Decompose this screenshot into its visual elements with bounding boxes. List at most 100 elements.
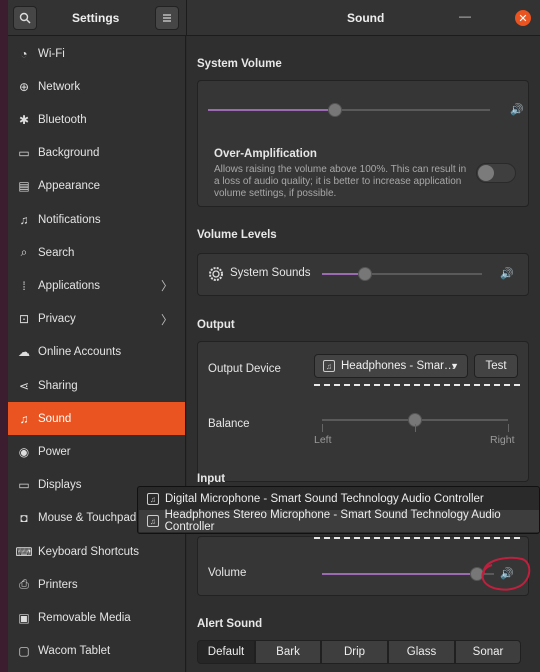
sidebar-item-label: Removable Media xyxy=(38,611,131,624)
sidebar-item-bluetooth[interactable]: ✱ Bluetooth xyxy=(8,103,185,136)
input-volume-slider[interactable] xyxy=(322,567,494,581)
sidebar-item-label: Notifications xyxy=(38,213,101,226)
music-note-icon: ♫ xyxy=(19,411,29,426)
sidebar-item-notifications[interactable]: ♫ Notifications xyxy=(8,203,185,236)
output-card: Output Device ♫ Headphones - Smar… ▼ Tes… xyxy=(197,341,529,482)
over-amplification-description: Allows raising the volume above 100%. Th… xyxy=(214,164,467,199)
sidebar-title: Settings xyxy=(72,11,120,25)
over-amplification-title: Over-Amplification xyxy=(214,148,317,160)
background-icon: ▭ xyxy=(18,146,30,161)
minimize-button[interactable]: — xyxy=(459,9,471,23)
bell-icon: ♫ xyxy=(19,212,29,227)
sidebar-item-label: Search xyxy=(38,246,75,259)
sidebar-item-wi-fi[interactable]: ◔ Wi-Fi xyxy=(8,37,185,70)
sidebar-item-label: Sharing xyxy=(38,379,78,392)
close-button[interactable]: ✕ xyxy=(515,10,531,26)
wifi-icon: ◔ xyxy=(20,46,28,61)
power-icon: ◉ xyxy=(18,444,30,459)
share-icon: ⋖ xyxy=(18,378,30,393)
sidebar-item-wacom-tablet[interactable]: ▢ Wacom Tablet xyxy=(8,635,185,668)
sidebar-header: Settings xyxy=(8,0,186,36)
input-option-digital-microphone[interactable]: ♫ Digital Microphone - Smart Sound Techn… xyxy=(139,488,539,510)
appearance-icon: ▤ xyxy=(18,179,30,194)
tick-center xyxy=(415,424,416,432)
sidebar-item-search[interactable]: ⌕ Search xyxy=(8,236,185,269)
sidebar-item-keyboard-shortcuts[interactable]: ⌨ Keyboard Shortcuts xyxy=(8,535,185,568)
input-volume-label: Volume xyxy=(208,567,247,579)
input-option-label: Headphones Stereo Microphone - Smart Sou… xyxy=(164,509,501,533)
input-option-headphones-microphone[interactable]: ♫ Headphones Stereo Microphone - Smart S… xyxy=(139,509,539,533)
output-device-dropdown[interactable]: ♫ Headphones - Smar… ▼ xyxy=(314,354,468,378)
sidebar-item-label: Power xyxy=(38,445,71,458)
gear-icon xyxy=(208,266,224,285)
removable-media-icon: ▣ xyxy=(18,610,30,625)
system-sounds-slider-knob[interactable] xyxy=(358,267,372,281)
sidebar-item-removable-media[interactable]: ▣ Removable Media xyxy=(8,601,185,634)
tick-right xyxy=(508,424,509,432)
output-title: Output xyxy=(197,319,235,331)
search-icon: ⌕ xyxy=(20,245,28,260)
display-icon: ▭ xyxy=(18,478,30,493)
alert-sound-title: Alert Sound xyxy=(197,618,263,630)
sidebar-item-applications[interactable]: ⁞ Applications 〉 xyxy=(8,269,185,302)
music-note-icon: ♫ xyxy=(147,493,159,505)
alert-sound-option-drip[interactable]: Drip xyxy=(321,640,388,664)
alert-sound-option-sonar[interactable]: Sonar xyxy=(455,640,521,664)
over-amplification-toggle[interactable] xyxy=(476,163,516,183)
system-sounds-label: System Sounds xyxy=(230,267,311,279)
printer-icon: ⎙ xyxy=(19,577,29,592)
sidebar-item-label: Network xyxy=(38,80,81,93)
sidebar-item-label: Wi-Fi xyxy=(38,47,65,60)
alert-sound-option-default[interactable]: Default xyxy=(197,640,255,664)
sidebar-item-printers[interactable]: ⎙ Printers xyxy=(8,568,185,601)
network-icon: ⊕ xyxy=(18,79,30,94)
test-button[interactable]: Test xyxy=(474,354,518,378)
sidebar-item-online-accounts[interactable]: ☁ Online Accounts xyxy=(8,336,185,369)
sidebar-item-privacy[interactable]: ⊡ Privacy 〉 xyxy=(8,303,185,336)
balance-slider[interactable] xyxy=(322,413,508,427)
cloud-icon: ☁ xyxy=(18,345,30,360)
sidebar-item-network[interactable]: ⊕ Network xyxy=(8,70,185,103)
sidebar-item-label: Bluetooth xyxy=(38,113,87,126)
input-device-popup: ♫ Digital Microphone - Smart Sound Techn… xyxy=(137,486,540,534)
main-header: Sound — ✕ xyxy=(186,0,540,36)
chevron-right-icon: 〉 xyxy=(160,279,173,294)
page-title: Sound xyxy=(347,11,385,25)
system-volume-slider-knob[interactable] xyxy=(328,103,342,117)
sidebar-item-sound[interactable]: ♫ Sound xyxy=(8,402,185,436)
sidebar-item-label: Mouse & Touchpad xyxy=(38,512,137,525)
sidebar-item-label: Appearance xyxy=(38,180,101,193)
sidebar-item-sharing[interactable]: ⋖ Sharing xyxy=(8,369,185,402)
input-card: Volume 🔊 xyxy=(197,536,531,596)
hamburger-menu-icon[interactable] xyxy=(155,6,179,30)
keyboard-icon: ⌨ xyxy=(15,544,33,559)
applications-icon: ⁞ xyxy=(22,278,26,293)
system-sounds-slider[interactable] xyxy=(322,267,482,281)
sidebar-item-label: Keyboard Shortcuts xyxy=(38,545,140,558)
dashed-underline xyxy=(314,384,520,386)
sidebar-item-label: Printers xyxy=(38,578,78,591)
speaker-icon: 🔊 xyxy=(510,104,524,116)
background-strip xyxy=(0,0,8,672)
tablet-icon: ▢ xyxy=(18,644,30,659)
alert-sound-option-bark[interactable]: Bark xyxy=(255,640,321,664)
sidebar: ◔ Wi-Fi ⊕ Network ✱ Bluetooth ▭ Background ▤ Appe… xyxy=(8,36,186,672)
sidebar-item-background[interactable]: ▭ Background xyxy=(8,137,185,170)
sidebar-item-label: Applications xyxy=(38,279,101,292)
balance-label: Balance xyxy=(208,418,250,430)
sidebar-item-power[interactable]: ◉ Power xyxy=(8,435,185,468)
volume-levels-card: System Sounds 🔊 xyxy=(197,253,529,296)
system-volume-card: 🔊 Over-Amplification Allows raising the … xyxy=(197,80,529,207)
alert-sound-option-glass[interactable]: Glass xyxy=(388,640,455,664)
sidebar-item-appearance[interactable]: ▤ Appearance xyxy=(8,170,185,203)
output-device-value: Headphones - Smar… xyxy=(341,360,456,372)
chevron-right-icon: 〉 xyxy=(160,312,173,327)
bluetooth-icon: ✱ xyxy=(18,112,30,127)
search-icon[interactable] xyxy=(13,6,37,30)
system-volume-slider[interactable] xyxy=(208,103,490,117)
sidebar-item-label: Sound xyxy=(38,412,72,425)
output-device-label: Output Device xyxy=(208,363,281,375)
balance-right-label: Right xyxy=(490,434,515,446)
input-option-label: Digital Microphone - Smart Sound Technol… xyxy=(165,493,484,505)
music-note-icon: ♫ xyxy=(323,360,335,372)
